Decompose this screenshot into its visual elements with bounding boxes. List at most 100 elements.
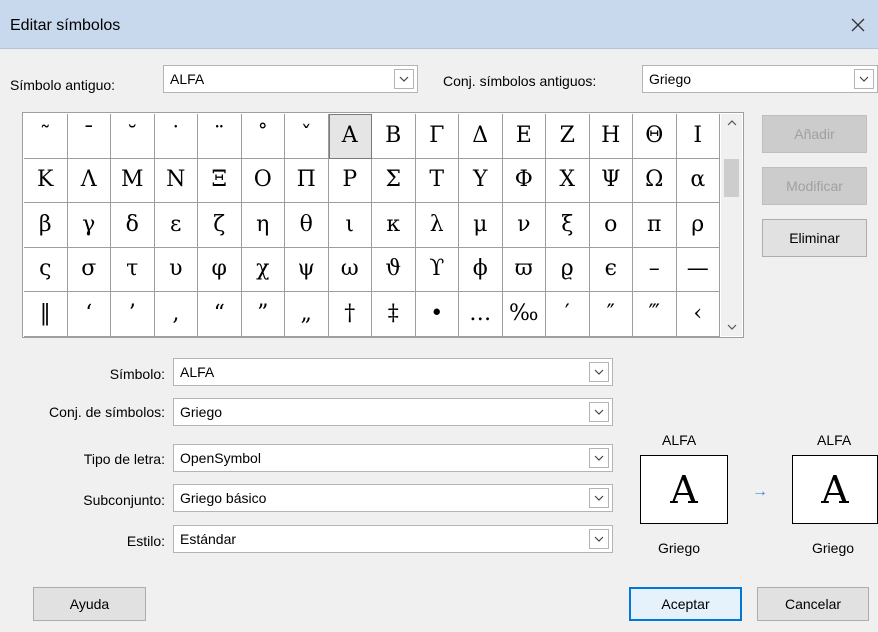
symbol-cell[interactable]: Δ bbox=[459, 114, 503, 159]
symbol-cell[interactable]: „ bbox=[285, 292, 329, 337]
chevron-down-icon[interactable] bbox=[589, 488, 609, 508]
symbol-cell[interactable]: μ bbox=[459, 203, 503, 248]
symbol-cell[interactable]: … bbox=[459, 292, 503, 337]
symbol-cell[interactable]: ψ bbox=[285, 247, 329, 292]
symbol-cell[interactable]: Κ bbox=[24, 158, 68, 203]
symbol-cell[interactable]: Π bbox=[285, 158, 329, 203]
symbol-cell[interactable]: ι bbox=[328, 203, 372, 248]
symbol-cell[interactable]: ˇ bbox=[285, 114, 329, 159]
font-combo[interactable]: OpenSymbol bbox=[173, 444, 613, 472]
chevron-down-icon[interactable] bbox=[589, 362, 609, 382]
symbol-cell[interactable]: θ bbox=[285, 203, 329, 248]
chevron-down-icon[interactable] bbox=[394, 69, 414, 89]
symbol-cell[interactable]: α bbox=[676, 158, 720, 203]
symbol-cell[interactable]: δ bbox=[111, 203, 155, 248]
symbol-cell[interactable]: Ο bbox=[241, 158, 285, 203]
symbol-cell[interactable]: σ bbox=[67, 247, 111, 292]
modify-button[interactable]: Modificar bbox=[762, 167, 867, 205]
symbol-set-combo[interactable]: Griego bbox=[173, 398, 613, 426]
symbol-cell[interactable]: Χ bbox=[546, 158, 590, 203]
symbol-cell[interactable]: ′ bbox=[546, 292, 590, 337]
symbol-cell[interactable]: Υ bbox=[459, 158, 503, 203]
chevron-down-icon[interactable] bbox=[589, 402, 609, 422]
symbol-cell[interactable]: ‹ bbox=[676, 292, 720, 337]
chevron-down-icon[interactable] bbox=[589, 448, 609, 468]
symbol-cell[interactable]: Τ bbox=[415, 158, 459, 203]
symbol-cell[interactable]: ϱ bbox=[546, 247, 590, 292]
symbol-cell[interactable]: Α bbox=[328, 114, 372, 159]
symbol-combo[interactable]: ALFA bbox=[173, 358, 613, 386]
symbol-cell[interactable]: ‴ bbox=[633, 292, 677, 337]
symbol-cell[interactable]: ξ bbox=[546, 203, 590, 248]
symbol-cell[interactable]: λ bbox=[415, 203, 459, 248]
symbol-cell[interactable]: Φ bbox=[502, 158, 546, 203]
symbol-cell[interactable]: Ι bbox=[676, 114, 720, 159]
symbol-cell[interactable]: ˚ bbox=[241, 114, 285, 159]
symbol-cell[interactable]: ω bbox=[328, 247, 372, 292]
symbol-cell[interactable]: Γ bbox=[415, 114, 459, 159]
symbol-cell[interactable]: ¨ bbox=[198, 114, 242, 159]
symbol-cell[interactable]: ″ bbox=[589, 292, 633, 337]
add-button[interactable]: Añadir bbox=[762, 115, 867, 153]
symbol-cell[interactable]: ‖ bbox=[24, 292, 68, 337]
symbol-cell[interactable]: Ξ bbox=[198, 158, 242, 203]
symbol-cell[interactable]: τ bbox=[111, 247, 155, 292]
symbol-cell[interactable]: Ρ bbox=[328, 158, 372, 203]
symbol-cell[interactable]: Ν bbox=[154, 158, 198, 203]
scroll-down-icon[interactable] bbox=[721, 318, 742, 336]
symbol-cell[interactable]: Ζ bbox=[546, 114, 590, 159]
symbol-cell[interactable]: • bbox=[415, 292, 459, 337]
symbol-cell[interactable]: ς bbox=[24, 247, 68, 292]
cancel-button[interactable]: Cancelar bbox=[757, 587, 869, 621]
symbol-cell[interactable]: ‘ bbox=[67, 292, 111, 337]
symbol-cell[interactable]: ζ bbox=[198, 203, 242, 248]
grid-scrollbar[interactable] bbox=[721, 114, 742, 336]
scrollbar-thumb[interactable] bbox=[724, 159, 739, 197]
symbol-cell[interactable]: ‡ bbox=[372, 292, 416, 337]
symbol-cell[interactable]: ϵ bbox=[589, 247, 633, 292]
symbol-cell[interactable]: “ bbox=[198, 292, 242, 337]
symbol-cell[interactable]: ϑ bbox=[372, 247, 416, 292]
help-button[interactable]: Ayuda bbox=[33, 587, 146, 621]
symbol-cell[interactable]: υ bbox=[154, 247, 198, 292]
symbol-cell[interactable]: ˙ bbox=[154, 114, 198, 159]
symbol-cell[interactable]: ν bbox=[502, 203, 546, 248]
symbol-cell[interactable]: π bbox=[633, 203, 677, 248]
symbol-cell[interactable]: ‚ bbox=[154, 292, 198, 337]
close-button[interactable] bbox=[838, 0, 878, 49]
symbol-cell[interactable]: † bbox=[328, 292, 372, 337]
symbol-cell[interactable]: — bbox=[676, 247, 720, 292]
symbol-cell[interactable]: ϖ bbox=[502, 247, 546, 292]
symbol-cell[interactable]: Ω bbox=[633, 158, 677, 203]
symbol-cell[interactable]: Λ bbox=[67, 158, 111, 203]
old-set-combo[interactable]: Griego bbox=[642, 65, 878, 93]
symbol-cell[interactable]: Θ bbox=[633, 114, 677, 159]
delete-button[interactable]: Eliminar bbox=[762, 219, 867, 257]
symbol-cell[interactable]: ’ bbox=[111, 292, 155, 337]
symbol-cell[interactable]: ‰ bbox=[502, 292, 546, 337]
symbol-cell[interactable]: χ bbox=[241, 247, 285, 292]
symbol-cell[interactable]: β bbox=[24, 203, 68, 248]
symbol-cell[interactable]: φ bbox=[198, 247, 242, 292]
symbol-cell[interactable]: ε bbox=[154, 203, 198, 248]
symbol-cell[interactable]: ” bbox=[241, 292, 285, 337]
symbol-cell[interactable]: Β bbox=[372, 114, 416, 159]
symbol-cell[interactable]: γ bbox=[67, 203, 111, 248]
symbol-cell[interactable]: – bbox=[633, 247, 677, 292]
chevron-down-icon[interactable] bbox=[589, 529, 609, 549]
symbol-cell[interactable]: Η bbox=[589, 114, 633, 159]
symbol-cell[interactable]: Ε bbox=[502, 114, 546, 159]
symbol-cell[interactable]: ο bbox=[589, 203, 633, 248]
scroll-up-icon[interactable] bbox=[721, 114, 742, 132]
symbol-cell[interactable]: ¯ bbox=[67, 114, 111, 159]
symbol-cell[interactable]: Σ bbox=[372, 158, 416, 203]
old-symbol-combo[interactable]: ALFA bbox=[163, 65, 418, 93]
symbol-cell[interactable]: ϒ bbox=[415, 247, 459, 292]
style-combo[interactable]: Estándar bbox=[173, 525, 613, 553]
symbol-grid[interactable]: ˜ ¯ ˘ ˙ ¨ ˚ ˇ Α Β Γ Δ Ε Ζ Η Θ Ι Κ Λ Μ Ν Ξ Ο Π Ρ Σ Τ Υ Φ Χ Ψ Ωα β γ δ ε ζ η θ ι… bbox=[24, 114, 720, 337]
symbol-cell[interactable]: ˘ bbox=[111, 114, 155, 159]
symbol-cell[interactable]: κ bbox=[372, 203, 416, 248]
symbol-cell[interactable]: Μ bbox=[111, 158, 155, 203]
symbol-cell[interactable]: ˜ bbox=[24, 114, 68, 159]
chevron-down-icon[interactable] bbox=[854, 69, 874, 89]
